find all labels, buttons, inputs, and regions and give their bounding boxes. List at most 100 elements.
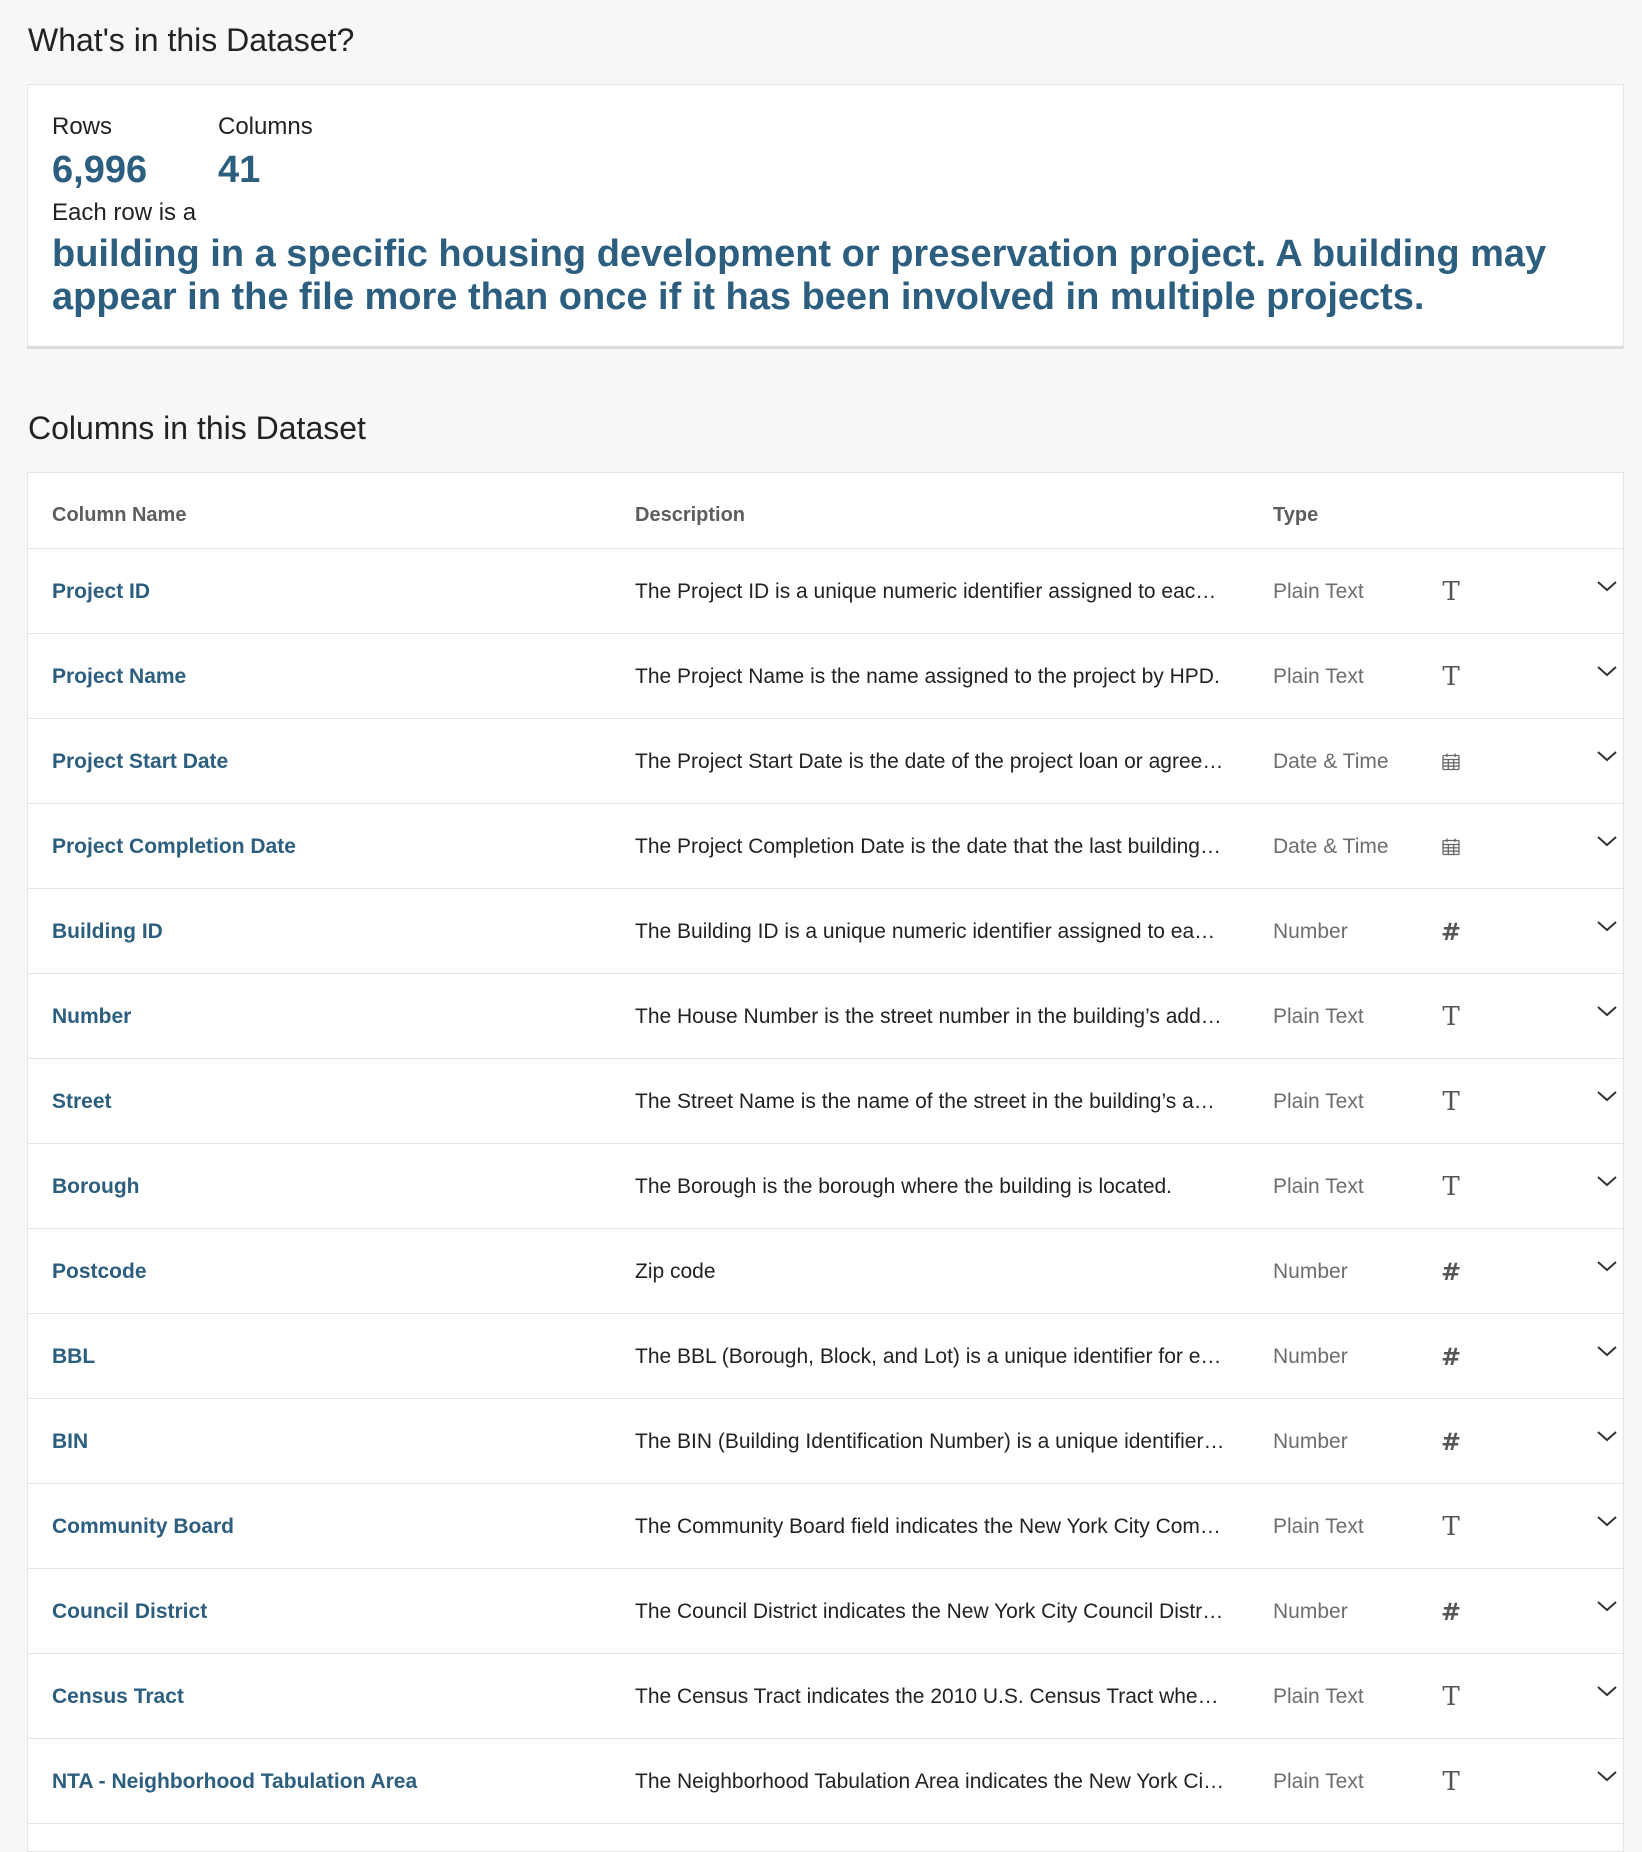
hash-icon: # xyxy=(1440,1342,1462,1371)
chevron-down-icon[interactable] xyxy=(1594,1563,1620,1648)
chevron-down-icon[interactable] xyxy=(1594,1053,1620,1138)
chevron-down-icon[interactable] xyxy=(1594,798,1620,883)
column-description-text: The Borough is the borough where the bui… xyxy=(635,1174,1173,1198)
table-row[interactable]: Street The Street Name is the name of the… xyxy=(28,1059,1623,1144)
column-description-text: The BBL (Borough, Block, and Lot) is a u… xyxy=(635,1344,1225,1368)
column-name-link[interactable]: Street xyxy=(52,1059,112,1144)
column-name-link[interactable]: Project Name xyxy=(52,634,186,719)
column-description: The Street Name is the name of the stree… xyxy=(635,1059,1225,1144)
dataset-summary-card: Rows 6,996 Columns 41 Each row is a buil… xyxy=(27,84,1624,349)
chevron-down-icon[interactable] xyxy=(1594,1733,1620,1818)
column-description-text: The BIN (Building Identification Number)… xyxy=(635,1429,1225,1453)
chevron-down-icon[interactable] xyxy=(1594,883,1620,968)
column-type-label: Plain Text xyxy=(1273,1684,1364,1708)
rows-value: 6,996 xyxy=(52,149,148,191)
column-name-link[interactable]: Building ID xyxy=(52,889,163,974)
column-description-text: The Project Name is the name assigned to… xyxy=(635,664,1220,688)
rows-label: Rows xyxy=(52,113,113,140)
column-type-label: Date & Time xyxy=(1273,749,1389,773)
column-description: The Census Tract indicates the 2010 U.S.… xyxy=(635,1654,1225,1739)
column-description: The Neighborhood Tabulation Area indicat… xyxy=(635,1739,1225,1824)
table-row[interactable]: Project Name The Project Name is the name… xyxy=(28,634,1623,719)
table-row[interactable]: Number The House Number is the street num… xyxy=(28,974,1623,1059)
table-row[interactable]: Project Completion Date The Project Compl… xyxy=(28,804,1623,889)
column-type-label: Plain Text xyxy=(1273,1004,1364,1028)
chevron-down-icon[interactable] xyxy=(1594,543,1620,628)
column-name-link[interactable]: BBL xyxy=(52,1314,95,1399)
column-type-label: Number xyxy=(1273,1599,1348,1623)
table-row[interactable]: NTA - Neighborhood Tabulation Area The Ne… xyxy=(28,1739,1623,1824)
column-name-link[interactable]: Postcode xyxy=(52,1229,147,1314)
header-description: Description xyxy=(635,504,746,526)
column-name-link[interactable]: Council District xyxy=(52,1569,207,1654)
columns-table: Column Name Description Type Project ID T… xyxy=(27,472,1624,1852)
table-row[interactable]: Project Start Date The Project Start Date… xyxy=(28,719,1623,804)
table-row[interactable]: Community Board The Community Board field… xyxy=(28,1484,1623,1569)
chevron-down-icon[interactable] xyxy=(1594,1138,1620,1223)
columns-value: 41 xyxy=(218,149,261,191)
column-name-link[interactable]: Project ID xyxy=(52,549,150,634)
column-name-link[interactable]: Project Completion Date xyxy=(52,804,296,889)
table-row[interactable]: BBL The BBL (Borough, Block, and Lot) is … xyxy=(28,1314,1623,1399)
chevron-down-icon[interactable] xyxy=(1594,713,1620,798)
text-icon: T xyxy=(1442,1681,1460,1712)
column-name-link[interactable]: Community Board xyxy=(52,1484,234,1569)
text-icon: T xyxy=(1442,1001,1460,1032)
text-icon: T xyxy=(1442,1511,1460,1542)
table-row[interactable]: Census Tract The Census Tract indicates t… xyxy=(28,1654,1623,1739)
columns-label: Columns xyxy=(218,113,313,140)
column-type-label: Plain Text xyxy=(1273,1769,1364,1793)
column-description: Zip code xyxy=(635,1229,1225,1314)
table-row[interactable]: Building ID The Building ID is a unique n… xyxy=(28,889,1623,974)
chevron-down-icon[interactable] xyxy=(1594,1648,1620,1733)
column-description-text: The Community Board field indicates the … xyxy=(635,1514,1225,1538)
column-type-label: Plain Text xyxy=(1273,1089,1364,1113)
column-name-link[interactable]: Borough xyxy=(52,1144,139,1229)
chevron-down-icon[interactable] xyxy=(1594,1393,1620,1478)
chevron-down-icon[interactable] xyxy=(1594,1478,1620,1563)
column-description-text: The Project Start Date is the date of th… xyxy=(635,749,1224,773)
text-icon: T xyxy=(1442,1171,1460,1202)
column-type-label: Number xyxy=(1273,1344,1348,1368)
column-type-label: Number xyxy=(1273,919,1348,943)
chevron-down-icon[interactable] xyxy=(1594,968,1620,1053)
rows-stat: Rows 6,996 xyxy=(52,113,148,191)
column-name-link[interactable]: Census Tract xyxy=(52,1654,184,1739)
calendar-icon xyxy=(1436,804,1466,889)
column-description-text: The Neighborhood Tabulation Area indicat… xyxy=(635,1769,1225,1793)
column-description: The Project Completion Date is the date … xyxy=(635,804,1225,889)
row-is-label: Each row is a xyxy=(52,199,197,226)
column-type-label: Plain Text xyxy=(1273,1514,1364,1538)
column-description-text: The Project Completion Date is the date … xyxy=(635,834,1225,858)
column-description: The Council District indicates the New Y… xyxy=(635,1569,1225,1654)
hash-icon: # xyxy=(1440,1427,1462,1456)
columns-table-header: Column Name Description Type xyxy=(28,473,1623,549)
hash-icon: # xyxy=(1440,917,1462,946)
column-type-label: Plain Text xyxy=(1273,579,1364,603)
column-name-link[interactable]: BIN xyxy=(52,1399,88,1484)
chevron-down-icon[interactable] xyxy=(1594,628,1620,713)
table-row[interactable]: BIN The BIN (Building Identification Numb… xyxy=(28,1399,1623,1484)
header-column-name: Column Name xyxy=(52,504,187,526)
table-row[interactable]: Postcode Zip code Number # xyxy=(28,1229,1623,1314)
column-description: The BIN (Building Identification Number)… xyxy=(635,1399,1225,1484)
chevron-down-icon[interactable] xyxy=(1594,1308,1620,1393)
table-row[interactable]: Borough The Borough is the borough where … xyxy=(28,1144,1623,1229)
table-row[interactable]: Project ID The Project ID is a unique num… xyxy=(28,549,1623,634)
column-description: The BBL (Borough, Block, and Lot) is a u… xyxy=(635,1314,1225,1399)
column-name-link[interactable]: Project Start Date xyxy=(52,719,228,804)
column-description: The Project Start Date is the date of th… xyxy=(635,719,1225,804)
column-name-link[interactable]: NTA - Neighborhood Tabulation Area xyxy=(52,1739,417,1824)
columns-table-body: Project ID The Project ID is a unique num… xyxy=(28,549,1623,1824)
text-icon: T xyxy=(1442,576,1460,607)
column-description: The Borough is the borough where the bui… xyxy=(635,1144,1225,1229)
column-name-link[interactable]: Number xyxy=(52,974,131,1059)
column-description: The Community Board field indicates the … xyxy=(635,1484,1225,1569)
text-icon: T xyxy=(1442,1086,1460,1117)
column-type-label: Date & Time xyxy=(1273,834,1389,858)
column-type-label: Plain Text xyxy=(1273,664,1364,688)
columns-stat: Columns 41 xyxy=(218,113,313,191)
column-description-text: Zip code xyxy=(635,1259,716,1283)
table-row[interactable]: Council District The Council District ind… xyxy=(28,1569,1623,1654)
chevron-down-icon[interactable] xyxy=(1594,1223,1620,1308)
